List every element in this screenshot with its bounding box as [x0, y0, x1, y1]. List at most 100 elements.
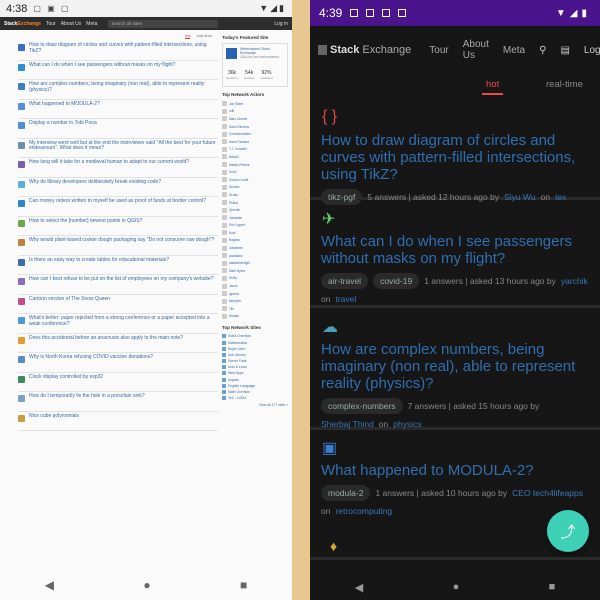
back-icon[interactable]: ◀	[45, 578, 54, 592]
recents-icon[interactable]: ■	[240, 578, 247, 592]
tab-realtime[interactable]: real-time	[546, 79, 583, 90]
question-row[interactable]: What's better: paper rejected from a str…	[18, 314, 218, 334]
network-actor[interactable]: Marc Gravell	[222, 115, 288, 123]
network-actor[interactable]: Guffa	[222, 275, 288, 283]
question-title[interactable]: What happened to MODULA-2?	[29, 101, 100, 108]
network-actor[interactable]: rolfl	[222, 108, 288, 116]
tab-hot[interactable]: hot	[184, 33, 191, 39]
network-actor[interactable]: Gordon Linoff	[222, 176, 288, 184]
network-actor[interactable]: Tim	[222, 305, 288, 313]
network-actor[interactable]: paxdiablo	[222, 252, 288, 260]
site-link[interactable]: retrocomputing	[335, 506, 392, 516]
about-link[interactable]: About Us	[463, 39, 489, 61]
network-actor[interactable]: Ignacio	[222, 290, 288, 298]
question-title[interactable]: How to draw diagram of circles and curve…	[321, 132, 597, 183]
question-title[interactable]: My interview went well but at the end th…	[29, 140, 218, 152]
network-actor[interactable]: Mark Byers	[222, 267, 288, 275]
question-row[interactable]: How to select the [number] newest points…	[18, 217, 218, 236]
site-link[interactable]: physics	[393, 419, 421, 429]
featured-site-name[interactable]: Webmasters Stack Exchange	[240, 47, 285, 55]
question-title[interactable]: How to draw diagram of circles and curve…	[29, 42, 218, 54]
question-row[interactable]: Cartoon version of The Snow Queen	[18, 295, 218, 314]
inbox-icon[interactable]: ▤	[560, 45, 569, 56]
network-actor[interactable]: Pekka	[222, 199, 288, 207]
network-actor[interactable]: Kobi	[222, 229, 288, 237]
question-row[interactable]: How long will it take for a medieval hum…	[18, 158, 218, 178]
network-actor[interactable]: dasblinkenlight	[222, 259, 288, 267]
question-title[interactable]: Can money orders written to myself be us…	[29, 198, 206, 205]
question-title[interactable]: Display a number in Tobi Pona	[29, 120, 97, 127]
network-actor[interactable]: SLaks	[222, 191, 288, 199]
question-title[interactable]: How do I temporarily fix the hole in a p…	[29, 393, 145, 400]
question-row[interactable]: How to draw diagram of circles and curve…	[18, 41, 218, 61]
stackexchange-logo[interactable]: StackExchange	[318, 44, 411, 56]
tag-chip[interactable]: covid-19	[373, 273, 420, 289]
network-actor[interactable]: Raghav	[222, 237, 288, 245]
meta-link[interactable]: Meta	[503, 45, 525, 56]
network-actor[interactable]: VonC	[222, 168, 288, 176]
question-row[interactable]: Clock display controlled by esp32	[18, 373, 218, 392]
network-actor[interactable]: Hans Passant	[222, 138, 288, 146]
login-link[interactable]: Log	[584, 45, 600, 56]
view-all-sites-link[interactable]: View all 177 sites »	[222, 403, 288, 407]
question-title[interactable]: Why do library developers deliberately b…	[29, 179, 161, 186]
back-icon[interactable]: ◀	[355, 581, 363, 594]
question-row[interactable]: Can money orders written to myself be us…	[18, 197, 218, 217]
network-actor[interactable]: Eric Lippert	[222, 222, 288, 230]
network-actor[interactable]: kennytm	[222, 297, 288, 305]
tour-link[interactable]: Tour	[429, 45, 448, 56]
question-row[interactable]: Does this accidental before an anacrusis…	[18, 334, 218, 353]
question-title[interactable]: How long will it take for a medieval hum…	[29, 159, 189, 166]
network-site[interactable]: TeX - LaTeX	[222, 395, 288, 401]
site-link[interactable]: travel	[335, 294, 356, 304]
network-actor[interactable]: T.J. Crowder	[222, 146, 288, 154]
search-icon[interactable]: ⚲	[539, 45, 546, 56]
home-icon[interactable]: ●	[453, 581, 460, 593]
tour-link[interactable]: Tour	[46, 21, 56, 27]
question-title[interactable]: What happened to MODULA-2?	[321, 462, 597, 479]
question-title[interactable]: Why would plant-based cookie dough packa…	[29, 237, 214, 244]
question-title[interactable]: Is there an easy way to create tables fo…	[29, 257, 169, 264]
network-actor[interactable]: Darin Dimitrov	[222, 123, 288, 131]
question-row[interactable]: Is there an easy way to create tables fo…	[18, 256, 218, 275]
tab-realtime[interactable]: real-time	[196, 33, 212, 38]
question-row[interactable]: Display a number in Tobi Pona	[18, 119, 218, 139]
question-card[interactable]: ✈ What can I do when I see passengers wi…	[310, 200, 600, 308]
tab-hot[interactable]: hot	[481, 79, 504, 95]
login-link[interactable]: Log in	[274, 21, 288, 27]
home-icon[interactable]: ●	[143, 578, 150, 592]
question-title[interactable]: Nice cube polynomials	[29, 413, 79, 420]
question-title[interactable]: Does this accidental before an anacrusis…	[29, 335, 183, 342]
question-row[interactable]: Why is North Korea refusing COVID vaccin…	[18, 353, 218, 373]
question-row[interactable]: What happened to MODULA-2?	[18, 100, 218, 119]
question-title[interactable]: What's better: paper rejected from a str…	[29, 315, 218, 327]
question-title[interactable]: How can I best refuse to be put on the l…	[29, 276, 213, 283]
question-title[interactable]: How are complex numbers, being imaginary…	[29, 81, 218, 93]
question-title[interactable]: How to select the [number] newest points…	[29, 218, 142, 225]
question-row[interactable]: Nice cube polynomials	[18, 412, 218, 431]
question-row[interactable]: How do I temporarily fix the hole in a p…	[18, 392, 218, 412]
question-title[interactable]: Why is North Korea refusing COVID vaccin…	[29, 354, 153, 361]
network-actor[interactable]: Jon Skeet	[222, 100, 288, 108]
stackexchange-logo[interactable]: StackExchange	[4, 21, 41, 27]
tag-chip[interactable]: complex-numbers	[321, 398, 403, 414]
network-actor[interactable]: BalusC	[222, 153, 288, 161]
tag-chip[interactable]: modula-2	[321, 485, 371, 501]
question-row[interactable]: How are complex numbers, being imaginary…	[18, 80, 218, 100]
question-card[interactable]: ☁ How are complex numbers, being imagina…	[310, 308, 600, 430]
question-row[interactable]: What can I do when I see passengers with…	[18, 61, 218, 80]
network-actor[interactable]: Quentin	[222, 206, 288, 214]
question-row[interactable]: Why do library developers deliberately b…	[18, 178, 218, 197]
network-actor[interactable]: Martijn Pieters	[222, 161, 288, 169]
question-row[interactable]: Why would plant-based cookie dough packa…	[18, 236, 218, 256]
share-button[interactable]: ⤴	[547, 510, 589, 552]
network-actor[interactable]: Gumbo	[222, 184, 288, 192]
about-link[interactable]: About Us	[61, 21, 82, 27]
question-title[interactable]: How are complex numbers, being imaginary…	[321, 341, 597, 392]
search-input[interactable]: Search all sites	[108, 19, 219, 28]
question-card[interactable]: { } How to draw diagram of circles and c…	[310, 100, 600, 205]
user-link[interactable]: Sherbaj Thind	[321, 419, 374, 429]
question-title[interactable]: Cartoon version of The Snow Queen	[29, 296, 110, 303]
network-actor[interactable]: Johannes	[222, 244, 288, 252]
recents-icon[interactable]: ■	[549, 581, 556, 593]
